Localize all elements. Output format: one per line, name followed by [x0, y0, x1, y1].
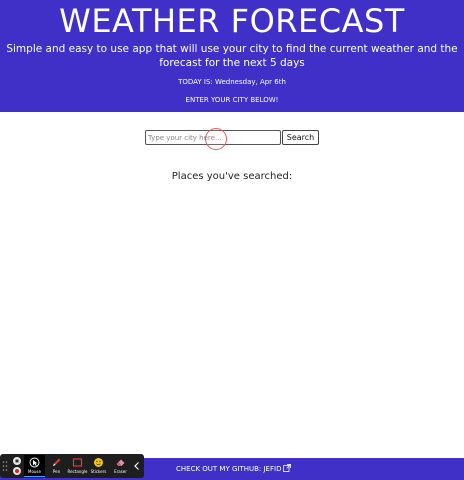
- tool-mouse[interactable]: Mouse: [24, 455, 45, 477]
- github-link[interactable]: CHECK OUT MY GITHUB: JEFID: [176, 464, 292, 474]
- current-date: TODAY IS: Wednesday, Apr 6th: [178, 78, 286, 86]
- tool-label: Mouse: [28, 469, 41, 474]
- tool-eraser[interactable]: Eraser: [110, 455, 131, 477]
- smiley-icon: [94, 458, 103, 467]
- search-history-heading: Places you've searched:: [171, 171, 293, 182]
- tool-label: Rectangle: [67, 469, 88, 474]
- external-link-icon: [283, 464, 292, 472]
- chevron-left-icon[interactable]: [133, 461, 141, 471]
- tool-label: Stickers: [90, 469, 107, 474]
- record-controls-icon[interactable]: [11, 456, 23, 476]
- site-header: WEATHER FORECAST Simple and easy to use …: [0, 0, 464, 112]
- cursor-highlight: [205, 128, 227, 150]
- tool-label: Eraser: [114, 469, 127, 474]
- page-title: WEATHER FORECAST: [59, 2, 405, 40]
- drag-handle-icon[interactable]: [2, 458, 8, 474]
- tool-label: Pen: [52, 469, 61, 474]
- rectangle-icon: [72, 458, 83, 467]
- page-subtitle: Simple and easy to use app that will use…: [6, 43, 458, 69]
- pen-icon: [53, 458, 61, 466]
- cursor-icon: [29, 457, 40, 468]
- instruction-text: ENTER YOUR CITY BELOW!: [185, 96, 279, 104]
- eraser-icon: [116, 459, 125, 466]
- annotation-toolbar: Mouse Pen Rectangle Stickers Eraser: [0, 454, 144, 478]
- tool-stickers[interactable]: Stickers: [88, 455, 109, 477]
- tool-pen[interactable]: Pen: [46, 455, 67, 477]
- github-link-label: CHECK OUT MY GITHUB: JEFID: [176, 465, 282, 473]
- tool-rectangle[interactable]: Rectangle: [67, 455, 88, 477]
- search-button[interactable]: Search: [282, 130, 319, 145]
